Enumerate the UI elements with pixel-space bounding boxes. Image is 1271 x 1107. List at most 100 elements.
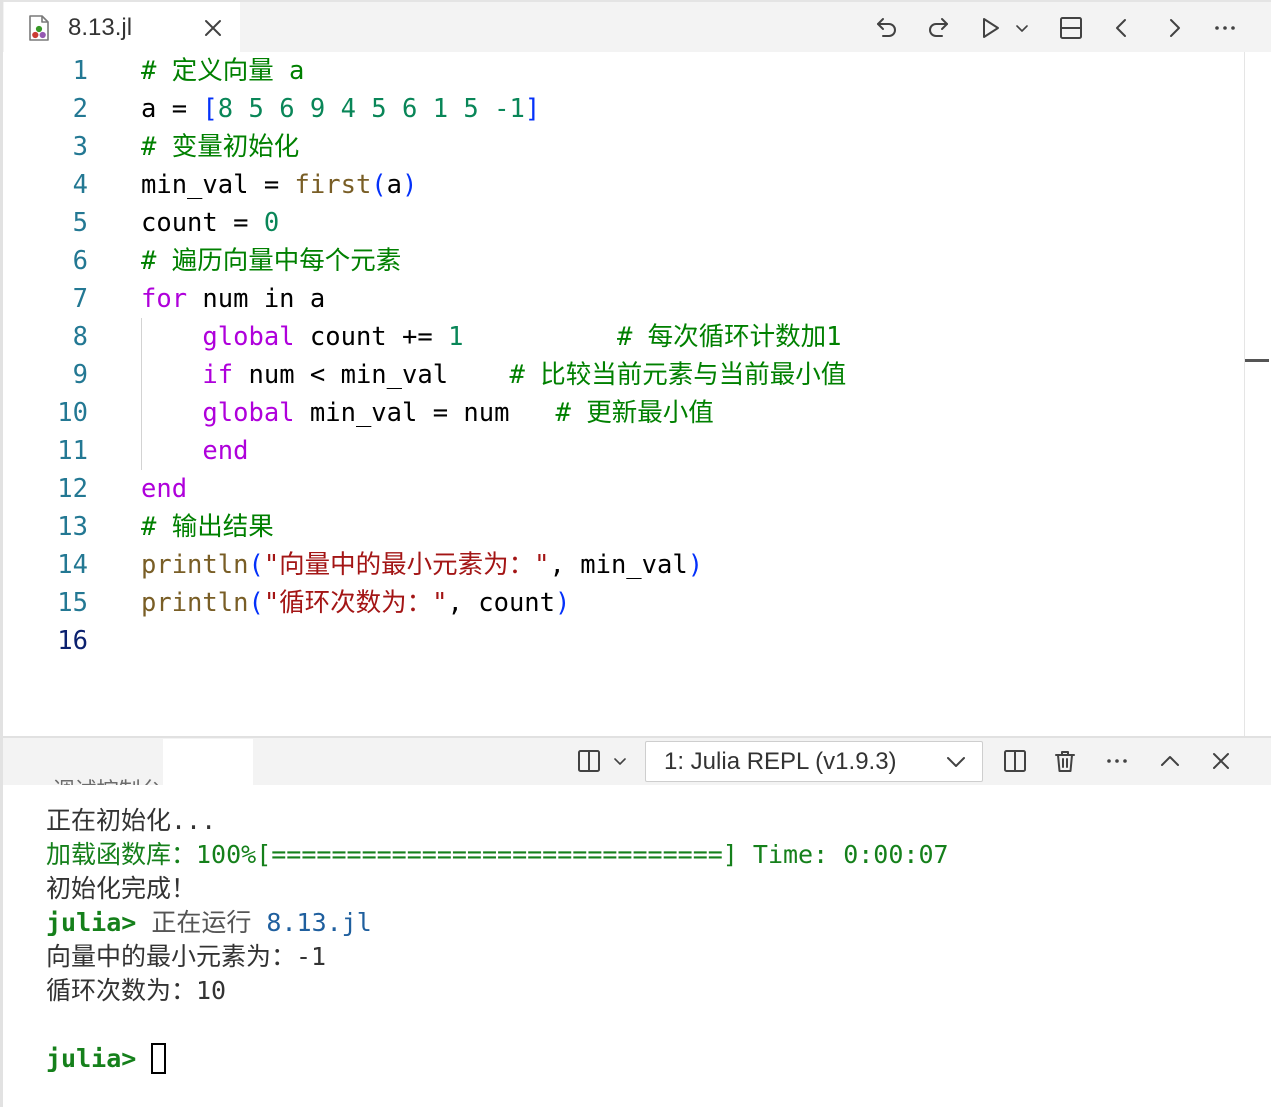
terminal-text: 正在运行: [136, 908, 267, 937]
code-line[interactable]: # 定义向量 a: [141, 52, 1241, 90]
keyword-token: end: [141, 474, 188, 504]
split-terminal-button[interactable]: [1001, 747, 1029, 775]
code-line[interactable]: println("向量中的最小元素为：", min_val): [141, 546, 1241, 584]
terminal-line: 循环次数为：10: [46, 974, 1246, 1008]
function-token: println: [141, 588, 249, 618]
code-line[interactable]: count = 0: [141, 204, 1241, 242]
comment-token: # 输出结果: [141, 512, 274, 542]
code-line[interactable]: [141, 622, 1241, 660]
trash-icon: [1055, 751, 1075, 772]
terminal-text: 循环次数为：10: [46, 976, 227, 1005]
terminal-launch-profile-button[interactable]: [612, 753, 628, 769]
split-icon: [1004, 750, 1026, 772]
bracket-token: (: [248, 550, 264, 580]
code-line[interactable]: a = [8 5 6 9 4 5 6 1 5 -1]: [141, 90, 1241, 128]
code-line[interactable]: if num < min_val # 比较当前元素与当前最小值: [141, 356, 1241, 394]
navigate-back-button[interactable]: [1108, 14, 1136, 42]
keyword-token: if: [202, 360, 234, 390]
run-button[interactable]: [976, 14, 1004, 42]
terminal-line: julia> 正在运行 8.13.jl: [46, 906, 1246, 940]
terminal-selector-dropdown[interactable]: 1: Julia REPL (v1.9.3): [645, 741, 983, 782]
code-line[interactable]: end: [141, 470, 1241, 508]
window-left-border: [0, 0, 3, 1107]
code-line[interactable]: min_val = first(a): [141, 166, 1241, 204]
line-number: 8: [72, 322, 88, 352]
code-line[interactable]: global count += 1 # 每次循环计数加1: [141, 318, 1241, 356]
line-number: 12: [57, 474, 88, 504]
plain-token: num in a: [187, 284, 326, 314]
redo-button[interactable]: [924, 14, 952, 42]
tab-terminal[interactable]: 终端: [163, 739, 253, 820]
code-line[interactable]: for num in a: [141, 280, 1241, 318]
chevron-down-icon: [947, 757, 965, 767]
split-editor-icon: [1060, 17, 1082, 39]
comment-token: # 更新最小值: [555, 398, 714, 428]
code-line[interactable]: global min_val = num # 更新最小值: [141, 394, 1241, 432]
code-line[interactable]: # 遍历向量中每个元素: [141, 242, 1241, 280]
terminal-selector-value: 1: Julia REPL (v1.9.3): [664, 748, 897, 775]
split-terminal-icon: [578, 750, 600, 772]
julia-file-icon: [29, 15, 49, 41]
new-terminal-layout-button[interactable]: [575, 747, 603, 775]
line-number: 2: [72, 94, 88, 124]
panel-more-actions-button[interactable]: [1103, 747, 1131, 775]
terminal-line: 正在初始化...: [46, 804, 1246, 838]
code-line[interactable]: # 变量初始化: [141, 128, 1241, 166]
keyword-token: end: [202, 436, 249, 466]
terminal-text: 向量中的最小元素为：-1: [46, 942, 327, 971]
number-token: 1: [448, 322, 464, 352]
line-number: 14: [57, 550, 88, 580]
terminal-cursor: [151, 1043, 167, 1074]
maximize-panel-button[interactable]: [1156, 747, 1184, 775]
more-actions-button[interactable]: [1211, 14, 1239, 42]
line-number: 1: [72, 56, 88, 86]
editor-tab-title: 8.13.jl: [68, 14, 133, 41]
function-token: first: [294, 170, 372, 200]
function-token: println: [141, 550, 249, 580]
more-icon: [1107, 759, 1127, 763]
bracket-token: ]: [524, 94, 541, 124]
split-editor-button[interactable]: [1057, 14, 1085, 42]
code-line[interactable]: # 输出结果: [141, 508, 1241, 546]
comment-token: # 每次循环计数加1: [616, 322, 842, 352]
code-area[interactable]: # 定义向量 a a = [8 5 6 9 4 5 6 1 5 -1] # 变量初始…: [141, 52, 1241, 660]
comment-token: # 变量初始化: [141, 132, 300, 162]
run-icon: [983, 18, 999, 38]
terminal-line: julia>: [46, 1042, 1246, 1076]
run-options-button[interactable]: [1014, 20, 1030, 36]
bracket-token: (: [371, 170, 387, 200]
undo-icon: [877, 18, 896, 37]
bracket-token: [: [202, 94, 218, 124]
line-number: 10: [57, 398, 88, 428]
line-number: 3: [72, 132, 88, 162]
chevron-down-icon: [1016, 25, 1028, 32]
terminal-output[interactable]: 正在初始化... 加载函数库：100%[=====================…: [46, 804, 1246, 1076]
navigate-forward-button[interactable]: [1160, 14, 1188, 42]
close-tab-button[interactable]: [201, 16, 225, 40]
editor-tab[interactable]: 8.13.jl: [4, 2, 240, 52]
bracket-token: ): [402, 170, 418, 200]
terminal-prompt: julia>: [46, 908, 137, 937]
terminal-text: 加载函数库：100%[=============================…: [46, 840, 949, 869]
keyword-token: global: [202, 398, 295, 428]
plain-token: , min_val: [549, 550, 688, 580]
kill-terminal-button[interactable]: [1051, 747, 1079, 775]
code-line[interactable]: end: [141, 432, 1241, 470]
close-panel-button[interactable]: [1207, 747, 1235, 775]
terminal-prompt: julia>: [46, 1044, 137, 1073]
terminal-text: 8.13.jl: [266, 908, 372, 937]
undo-button[interactable]: [873, 14, 901, 42]
string-token: "循环次数为：": [263, 588, 448, 618]
plain-token: , count: [447, 588, 556, 618]
line-number: 15: [57, 588, 88, 618]
string-token: "向量中的最小元素为：": [263, 550, 550, 580]
keyword-token: global: [202, 322, 295, 352]
line-number: 9: [72, 360, 88, 390]
code-line[interactable]: println("循环次数为：", count): [141, 584, 1241, 622]
